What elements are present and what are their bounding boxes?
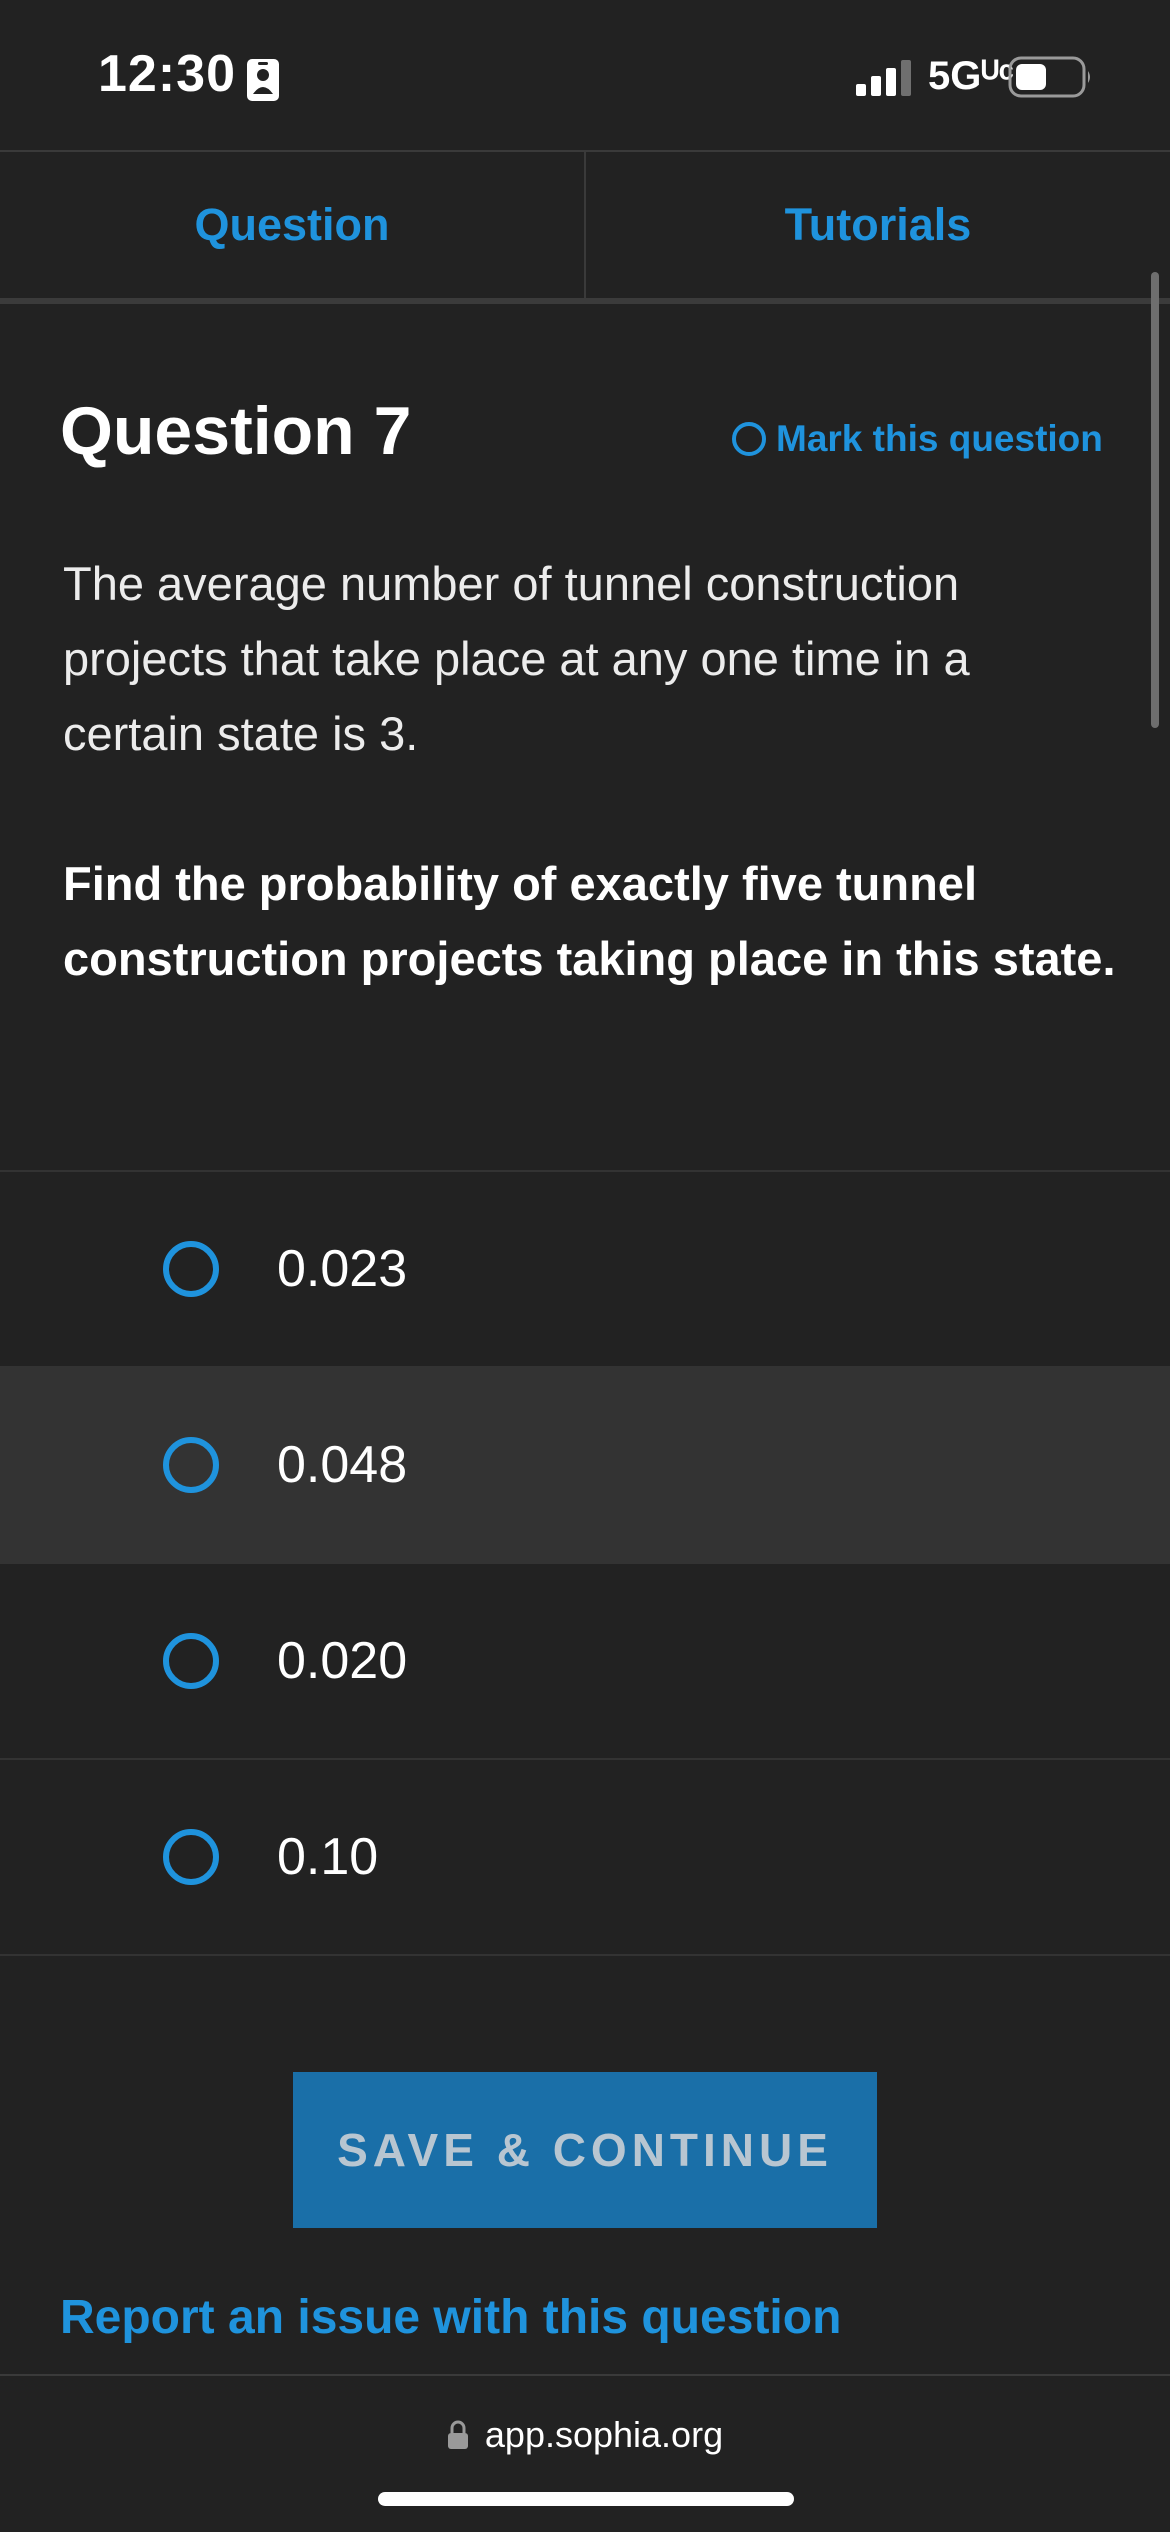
quiz-page: 12:30 5Gᵁᶜ Question Tutorials Question 7… — [0, 0, 1170, 2532]
answer-label: 0.048 — [277, 1436, 408, 1494]
radio-icon[interactable] — [163, 1437, 219, 1493]
mark-question-button[interactable]: Mark this question — [732, 414, 1103, 464]
save-continue-button[interactable]: SAVE & CONTINUE — [293, 2072, 877, 2228]
tab-bar: Question Tutorials — [0, 150, 1170, 304]
lock-icon — [447, 2420, 468, 2449]
answer-label: 0.023 — [277, 1240, 408, 1298]
report-issue-link[interactable]: Report an issue with this question — [60, 2290, 841, 2345]
radio-icon[interactable] — [163, 1241, 219, 1297]
tab-question[interactable]: Question — [0, 152, 584, 298]
mark-question-label: Mark this question — [776, 418, 1103, 459]
signal-icon — [856, 60, 911, 96]
answer-label: 0.10 — [277, 1828, 379, 1886]
status-bar: 12:30 5Gᵁᶜ — [0, 0, 1170, 150]
radio-icon[interactable] — [163, 1633, 219, 1689]
url-text: app.sophia.org — [484, 2414, 724, 2455]
home-indicator[interactable] — [378, 2492, 794, 2506]
tab-tutorials[interactable]: Tutorials — [584, 152, 1170, 298]
url-display[interactable]: app.sophia.org — [0, 2414, 1170, 2456]
question-prompt: The average number of tunnel constructio… — [63, 557, 970, 760]
scrollbar[interactable] — [1151, 272, 1159, 728]
answer-option[interactable]: 0.048 — [0, 1366, 1170, 1562]
question-title: Question 7 — [60, 393, 412, 469]
mark-circle-icon — [732, 422, 766, 456]
browser-url-bar: app.sophia.org — [0, 2374, 1170, 2532]
battery-icon — [1008, 56, 1090, 98]
radio-icon[interactable] — [163, 1829, 219, 1885]
answer-option[interactable]: 0.020 — [0, 1562, 1170, 1758]
answer-option[interactable]: 0.10 — [0, 1758, 1170, 1956]
status-time: 12:30 — [98, 45, 236, 103]
answer-label: 0.020 — [277, 1632, 408, 1690]
contact-badge-icon — [247, 59, 279, 101]
network-type: 5Gᵁᶜ — [928, 54, 1014, 98]
answer-option[interactable]: 0.023 — [0, 1170, 1170, 1366]
question-instruction: Find the probability of exactly five tun… — [63, 857, 1116, 985]
answer-options: 0.023 0.048 0.020 0.10 — [0, 1170, 1170, 1956]
